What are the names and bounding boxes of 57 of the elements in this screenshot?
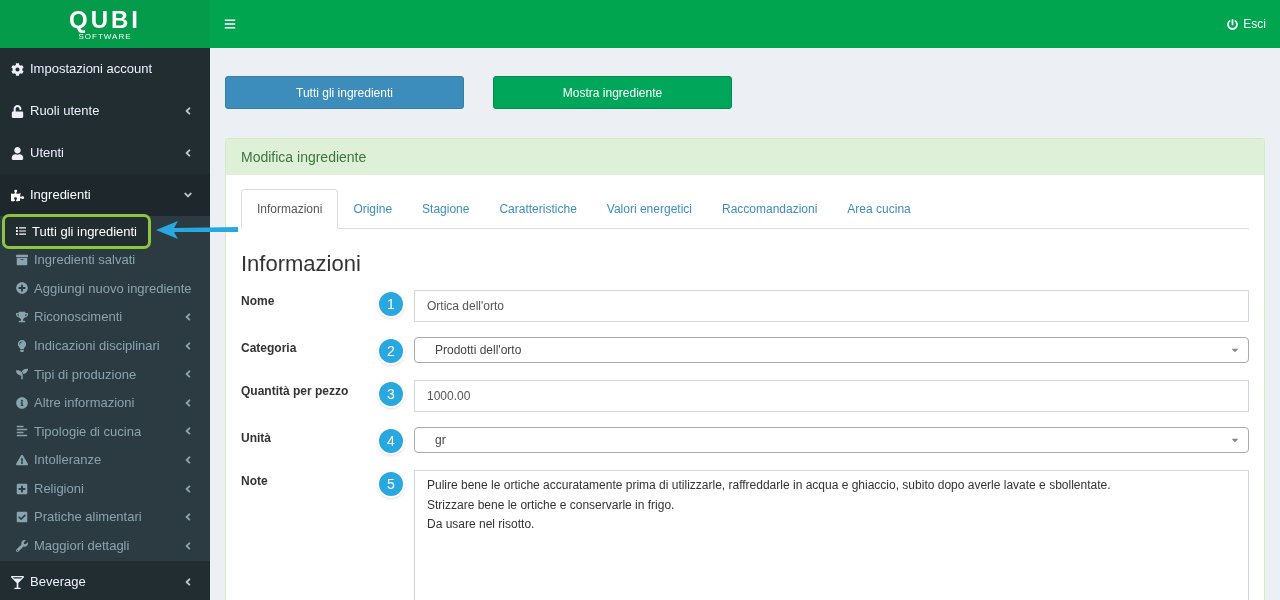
- field-label: Note: [241, 473, 269, 490]
- submenu-item[interactable]: Ingredienti salvati: [5, 245, 205, 275]
- sidebar-item[interactable]: Ingredienti: [0, 174, 210, 216]
- submenu-item[interactable]: Maggiori dettagli: [5, 531, 205, 561]
- gear-icon: [11, 62, 24, 76]
- menu-icon[interactable]: [224, 18, 236, 30]
- lines-icon: [16, 425, 28, 438]
- warning-icon: [16, 454, 28, 467]
- user-icon: [11, 146, 24, 160]
- padlock-icon: [11, 104, 24, 118]
- input-field[interactable]: Ortica dell'orto: [414, 290, 1249, 322]
- field-label: Unità: [241, 430, 272, 447]
- select-field[interactable]: gr: [414, 427, 1249, 453]
- archive-icon: [16, 253, 28, 266]
- tab[interactable]: Informazioni: [241, 189, 339, 229]
- step-number-badge: 3: [377, 380, 405, 408]
- all-ingredients-button[interactable]: Tutti gli ingredienti: [225, 76, 464, 109]
- submenu-item[interactable]: Tipi di produzione: [5, 359, 205, 389]
- tab[interactable]: Caratteristiche: [484, 189, 592, 229]
- list-icon: [16, 225, 26, 238]
- submenu-item[interactable]: Aggiungi nuovo ingrediente: [5, 274, 205, 303]
- lightbulb-icon: [16, 339, 28, 352]
- submenu-item[interactable]: Intolleranze: [5, 445, 205, 475]
- submenu-item[interactable]: Pratiche alimentari: [5, 502, 205, 532]
- tab[interactable]: Origine: [338, 189, 408, 229]
- trophy-icon: [16, 311, 28, 324]
- submenu-item[interactable]: Tipologie di cucina: [5, 417, 205, 446]
- info-icon: [16, 396, 28, 409]
- glass-icon: [11, 575, 24, 589]
- step-number-badge: 1: [377, 290, 405, 318]
- logout-button[interactable]: Esci: [1227, 15, 1266, 33]
- wrench-icon: [16, 539, 28, 552]
- field-label: Quantità per pezzo: [241, 383, 350, 400]
- submenu-item[interactable]: Religioni: [5, 474, 205, 503]
- tab[interactable]: Valori energetici: [591, 189, 707, 229]
- tab[interactable]: Area cucina: [832, 189, 926, 229]
- submenu-item[interactable]: Indicazioni disciplinari: [5, 331, 205, 360]
- field-label: Categoria: [241, 340, 298, 357]
- show-ingredient-button[interactable]: Mostra ingrediente: [493, 76, 732, 109]
- submenu-item[interactable]: Riconoscimenti: [5, 302, 205, 332]
- section-title: Informazioni: [241, 250, 362, 278]
- puzzle-icon: [11, 188, 24, 202]
- input-field[interactable]: 1000.00: [414, 380, 1249, 412]
- step-number-badge: 5: [377, 470, 405, 498]
- field-label: Nome: [241, 293, 276, 310]
- notes-textarea[interactable]: Pulire bene le ortiche accuratamente prima di utilizzarle, raffreddarle in acqua e ghiaccio, subito dopo averle lavate e sbollentate. Strizzare bene le ortiche e conservarle in frigo. Da usare nel risotto.: [414, 470, 1249, 600]
- select-field[interactable]: Prodotti dell'orto: [414, 337, 1249, 363]
- tab[interactable]: Raccomandazioni: [706, 189, 833, 229]
- plant-icon: [16, 368, 28, 381]
- checkbox-icon: [16, 511, 28, 524]
- submenu-item[interactable]: Altre informazioni: [5, 388, 205, 418]
- tab[interactable]: Stagione: [407, 189, 485, 229]
- panel-header: Modifica ingrediente: [226, 139, 1264, 175]
- logo[interactable]: QUBI SOFTWARE: [0, 0, 210, 48]
- power-icon: [1227, 18, 1239, 30]
- step-number-badge: 2: [377, 337, 405, 365]
- step-number-badge: 4: [377, 427, 405, 455]
